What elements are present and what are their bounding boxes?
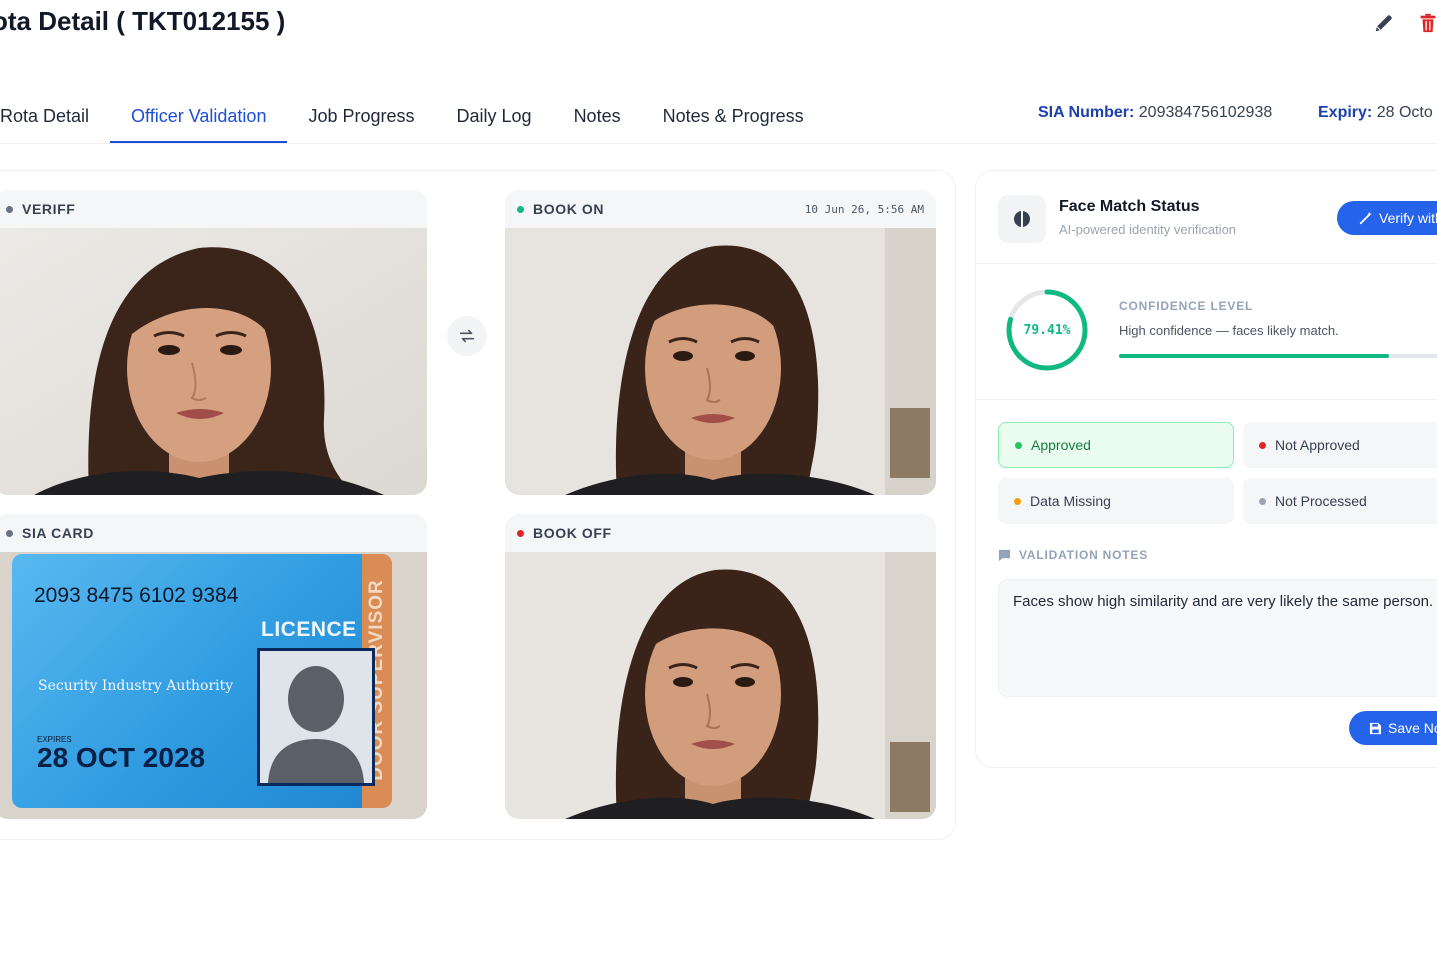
face-match-divider	[976, 263, 1437, 264]
veriff-header: VERIFF	[0, 190, 427, 228]
book-off-photo-tile: BOOK OFF	[505, 514, 936, 819]
card-expires-value: 28 OCT 2028	[37, 742, 206, 773]
book-on-timestamp: 10 Jun 26, 5:56 AM	[804, 202, 924, 216]
tab-daily-log[interactable]: Daily Log	[436, 88, 553, 144]
book-off-face-photo[interactable]	[505, 552, 936, 819]
pencil-icon[interactable]	[1371, 10, 1397, 36]
status-approved-label: Approved	[1031, 437, 1091, 453]
save-icon	[1369, 722, 1382, 734]
tab-divider	[0, 143, 1437, 144]
confidence-bar-fill	[1119, 354, 1389, 358]
sia-number-value: 209384756102938	[1138, 104, 1273, 121]
status-not-approved-label: Not Approved	[1275, 437, 1360, 453]
book-on-face-photo[interactable]	[505, 228, 936, 495]
face-match-title: Face Match Status	[1059, 198, 1200, 215]
section-divider	[976, 399, 1437, 400]
magic-wand-icon	[1359, 211, 1372, 225]
silhouette-icon	[260, 651, 372, 783]
confidence-value: 79.41%	[1023, 322, 1071, 338]
status-dot	[517, 529, 524, 537]
face-match-icon	[998, 195, 1046, 243]
confidence-label: CONFIDENCE LEVEL	[1119, 299, 1254, 313]
trash-icon[interactable]	[1415, 10, 1437, 36]
status-dot	[6, 205, 13, 213]
book-on-photo-tile: BOOK ON 10 Jun 26, 5:56 AM	[505, 190, 936, 495]
status-dot	[6, 529, 13, 537]
status-approved-button[interactable]: Approved	[998, 422, 1234, 468]
sia-card-label: SIA CARD	[22, 525, 94, 541]
validation-notes-label: VALIDATION NOTES	[1019, 548, 1149, 562]
veriff-label: VERIFF	[22, 201, 76, 217]
card-licence: LICENCE	[261, 618, 357, 641]
tab-officer-validation[interactable]: Officer Validation	[110, 88, 288, 144]
tab-notes-progress[interactable]: Notes & Progress	[642, 88, 825, 144]
swap-arrows-icon[interactable]	[447, 316, 487, 356]
save-notes-label: Save No	[1388, 720, 1437, 736]
sia-number-label: SIA Number:	[1038, 104, 1135, 121]
book-off-header: BOOK OFF	[505, 514, 936, 552]
status-dot	[1014, 497, 1021, 505]
veriff-face-photo[interactable]	[0, 228, 427, 495]
expiry-value: 28 Octo	[1376, 104, 1433, 121]
confidence-bar	[1119, 354, 1437, 358]
status-dot	[1259, 497, 1266, 505]
sia-card-photo-tile: SIA CARD DOOR SUPERVISOR 2093 8475 6102 …	[0, 514, 427, 819]
tab-rota-detail[interactable]: Rota Detail	[0, 88, 110, 144]
expiry: Expiry: 28 Octo	[1318, 104, 1433, 122]
tab-job-progress[interactable]: Job Progress	[287, 88, 435, 144]
face-match-panel: Face Match Status AI-powered identity ve…	[975, 170, 1437, 768]
book-on-header: BOOK ON 10 Jun 26, 5:56 AM	[505, 190, 936, 228]
status-dot	[1015, 441, 1022, 449]
page-title: ota Detail ( TKT012155 )	[0, 6, 286, 36]
status-dot	[517, 205, 524, 213]
veriff-photo-tile: VERIFF	[0, 190, 427, 495]
comment-icon	[998, 549, 1011, 561]
confidence-text: High confidence — faces likely match.	[1119, 323, 1339, 338]
status-data-missing-label: Data Missing	[1030, 493, 1111, 509]
tab-bar: Rota Detail Officer Validation Job Progr…	[0, 88, 825, 144]
card-authority: Security Industry Authority	[38, 678, 234, 694]
verify-button-label: Verify with	[1379, 210, 1437, 226]
status-data-missing-button[interactable]: Data Missing	[998, 478, 1234, 524]
card-portrait-frame	[257, 648, 375, 786]
save-notes-button[interactable]: Save No	[1349, 711, 1437, 745]
book-on-label: BOOK ON	[533, 201, 605, 217]
validation-notes-textarea[interactable]: Faces show high similarity and are very …	[998, 579, 1437, 697]
sia-number: SIA Number: 209384756102938	[1038, 104, 1272, 122]
expiry-label: Expiry:	[1318, 104, 1373, 121]
face-match-subtitle: AI-powered identity verification	[1059, 222, 1237, 237]
tab-notes[interactable]: Notes	[553, 88, 642, 144]
verify-button[interactable]: Verify with	[1337, 201, 1437, 235]
sia-card-photo[interactable]: DOOR SUPERVISOR 2093 8475 6102 9384 LICE…	[0, 552, 427, 819]
status-not-processed-label: Not Processed	[1275, 493, 1367, 509]
validation-notes-heading: VALIDATION NOTES	[998, 548, 1148, 562]
card-number: 2093 8475 6102 9384	[34, 584, 239, 607]
sia-licence-card: DOOR SUPERVISOR 2093 8475 6102 9384 LICE…	[12, 554, 392, 808]
book-off-label: BOOK OFF	[533, 525, 612, 541]
status-not-processed-button[interactable]: Not Processed	[1243, 478, 1437, 524]
status-dot	[1259, 441, 1266, 449]
sia-card-header: SIA CARD	[0, 514, 427, 552]
status-not-approved-button[interactable]: Not Approved	[1243, 422, 1437, 468]
